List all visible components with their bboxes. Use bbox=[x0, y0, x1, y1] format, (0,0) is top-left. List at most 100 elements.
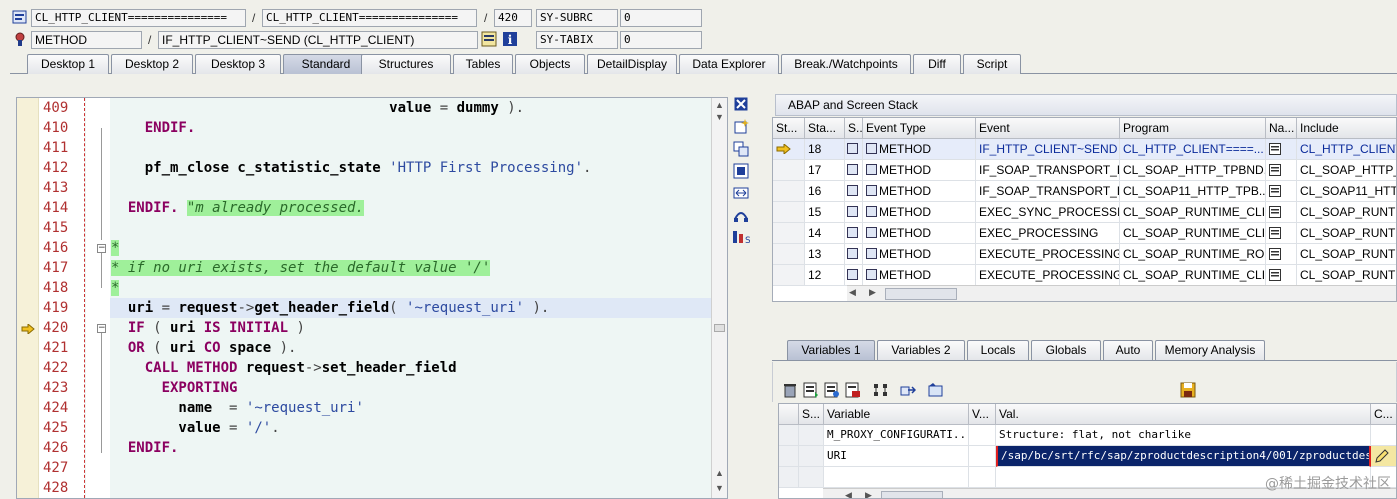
tab-auto[interactable]: Auto bbox=[1103, 340, 1153, 360]
include-field[interactable]: CL_HTTP_CLIENT=============== bbox=[262, 9, 477, 27]
variable-cell[interactable] bbox=[969, 425, 996, 446]
stack-cell[interactable] bbox=[1266, 244, 1297, 265]
editor-vertical-scrollbar[interactable]: ▲ ▼ ▲ ▼ bbox=[711, 98, 727, 498]
hierarchy-icon[interactable] bbox=[872, 382, 890, 400]
column-header[interactable] bbox=[779, 404, 799, 425]
stack-cell[interactable] bbox=[845, 265, 863, 286]
sysvar-name-field[interactable]: SY-SUBRC bbox=[536, 9, 618, 27]
code-line[interactable]: 422 CALL METHOD request->set_header_fiel… bbox=[17, 358, 713, 378]
swap-tool-icon[interactable] bbox=[732, 141, 750, 159]
stack-cell[interactable] bbox=[1266, 202, 1297, 223]
code-line[interactable]: 410 ENDIF. bbox=[17, 118, 713, 138]
stack-cell[interactable]: EXECUTE_PROCESSING bbox=[976, 265, 1120, 286]
variable-name-cell[interactable] bbox=[824, 467, 969, 488]
variable-cell[interactable] bbox=[779, 425, 799, 446]
edit-pencil-icon[interactable] bbox=[1374, 449, 1390, 466]
stack-cell[interactable]: 17 bbox=[805, 160, 845, 181]
scroll-right-arrow[interactable]: ▶ bbox=[865, 490, 872, 498]
code-line[interactable]: 419 uri = request->get_header_field( '~r… bbox=[43, 298, 713, 318]
column-header[interactable]: Val. bbox=[996, 404, 1371, 425]
tab-globals[interactable]: Globals bbox=[1031, 340, 1101, 360]
info-icon[interactable]: i bbox=[502, 31, 518, 47]
stack-cell[interactable]: EXEC_PROCESSING bbox=[976, 223, 1120, 244]
code-line[interactable]: 418 * bbox=[17, 278, 713, 298]
change-value-icon[interactable] bbox=[844, 382, 862, 400]
code-line[interactable]: 411 bbox=[17, 138, 713, 158]
variable-cell[interactable] bbox=[1371, 425, 1396, 446]
new-tool-icon[interactable] bbox=[732, 119, 750, 137]
stack-cell[interactable] bbox=[845, 139, 863, 160]
tab-diff[interactable]: Diff bbox=[913, 54, 961, 74]
scroll-left-arrow[interactable]: ◀ bbox=[849, 287, 856, 298]
fold-toggle[interactable]: − bbox=[97, 324, 106, 333]
tab-script[interactable]: Script bbox=[963, 54, 1021, 74]
code-line[interactable]: 428 bbox=[17, 478, 713, 498]
stack-cell[interactable]: 16 bbox=[805, 181, 845, 202]
scroll-down-arrow[interactable]: ▼ bbox=[715, 112, 724, 122]
column-header[interactable]: V... bbox=[969, 404, 996, 425]
code-line[interactable]: 420 IF ( uri IS INITIAL ) bbox=[17, 318, 713, 338]
code-line[interactable]: 423 EXPORTING bbox=[17, 378, 713, 398]
stack-cell[interactable]: CL_SOAP_RUNTIM bbox=[1297, 202, 1396, 223]
stack-cell[interactable]: CL_SOAP11_HTTP_TPB... bbox=[1120, 181, 1266, 202]
program-field[interactable]: CL_HTTP_CLIENT=============== bbox=[31, 9, 246, 27]
stack-cell[interactable] bbox=[773, 244, 805, 265]
stack-cell[interactable]: EXECUTE_PROCESSING bbox=[976, 244, 1120, 265]
variable-name-cell[interactable]: URI bbox=[824, 446, 969, 467]
column-header[interactable]: Na... bbox=[1266, 118, 1297, 139]
stack-cell[interactable] bbox=[1266, 181, 1297, 202]
tab-structures[interactable]: Structures bbox=[361, 54, 451, 74]
close-icon[interactable] bbox=[732, 97, 750, 115]
stack-cell[interactable]: METHOD bbox=[863, 139, 976, 160]
fold-toggle[interactable]: − bbox=[97, 244, 106, 253]
tool-settings-icon[interactable]: S bbox=[732, 229, 751, 247]
event-field[interactable]: IF_HTTP_CLIENT~SEND (CL_HTTP_CLIENT) bbox=[158, 31, 478, 49]
variable-value-cell[interactable]: /sap/bc/srt/rfc/sap/zproductdescription4… bbox=[996, 446, 1371, 467]
stack-cell[interactable]: METHOD bbox=[863, 223, 976, 244]
tab-variables-1[interactable]: Variables 1 bbox=[787, 340, 875, 360]
stack-cell[interactable]: METHOD bbox=[863, 202, 976, 223]
stack-cell[interactable] bbox=[845, 160, 863, 181]
navigate-icon[interactable] bbox=[899, 382, 917, 400]
stack-cell[interactable]: METHOD bbox=[863, 160, 976, 181]
tab-locals[interactable]: Locals bbox=[967, 340, 1029, 360]
stack-cell[interactable] bbox=[845, 202, 863, 223]
variable-name-cell[interactable]: M_PROXY_CONFIGURATI... bbox=[824, 425, 969, 446]
sysvar-value-field[interactable]: 0 bbox=[620, 9, 702, 27]
stack-cell[interactable]: 12 bbox=[805, 265, 845, 286]
variable-cell[interactable] bbox=[779, 467, 799, 488]
stack-cell[interactable]: CL_SOAP_HTTP_TPBND... bbox=[1120, 160, 1266, 181]
source-editor[interactable]: 409 value = dummy ). 410 ENDIF. 411 412 pf_… bbox=[16, 97, 728, 499]
stack-cell[interactable]: METHOD bbox=[863, 181, 976, 202]
code-line[interactable]: 415 bbox=[17, 218, 713, 238]
code-line[interactable]: 421 OR ( uri CO space ). bbox=[17, 338, 713, 358]
stack-grid[interactable]: St...Sta...S...Event TypeEventProgramNa.… bbox=[772, 117, 1397, 302]
stack-cell[interactable] bbox=[1266, 160, 1297, 181]
variable-cell[interactable] bbox=[799, 446, 824, 467]
stack-cell[interactable] bbox=[1266, 265, 1297, 286]
variable-cell[interactable] bbox=[969, 467, 996, 488]
stack-cell[interactable]: 14 bbox=[805, 223, 845, 244]
save-icon[interactable] bbox=[1179, 382, 1197, 400]
column-header[interactable]: Event bbox=[976, 118, 1120, 139]
code-line[interactable]: 424 name = '~request_uri' bbox=[17, 398, 713, 418]
tab-desktop-1[interactable]: Desktop 1 bbox=[27, 54, 109, 74]
stack-cell[interactable]: CL_SOAP_RUNTIM bbox=[1297, 244, 1396, 265]
code-line[interactable]: 412 pf_m_close c_statistic_state 'HTTP F… bbox=[17, 158, 713, 178]
column-header[interactable]: Event Type bbox=[863, 118, 976, 139]
navigate-icon[interactable] bbox=[1269, 227, 1281, 242]
delete-icon[interactable] bbox=[781, 382, 799, 400]
stack-cell[interactable]: METHOD bbox=[863, 265, 976, 286]
sysvar-name-field[interactable]: SY-TABIX bbox=[536, 31, 618, 49]
code-line[interactable]: 416 * bbox=[17, 238, 713, 258]
tab-tables[interactable]: Tables bbox=[453, 54, 513, 74]
scroll-right-arrow[interactable]: ▶ bbox=[869, 287, 876, 298]
stack-cell[interactable]: CL_SOAP_RUNTIME_RO... bbox=[1120, 244, 1266, 265]
stack-cell[interactable] bbox=[773, 160, 805, 181]
variable-value-cell[interactable]: Structure: flat, not charlike bbox=[996, 425, 1371, 446]
stack-cell[interactable] bbox=[845, 223, 863, 244]
stack-cell[interactable]: 15 bbox=[805, 202, 845, 223]
sysvar-value-field[interactable]: 0 bbox=[620, 31, 702, 49]
stack-cell[interactable]: CL_SOAP_RUNTIME_CLI... bbox=[1120, 202, 1266, 223]
stack-cell[interactable]: 18 bbox=[805, 139, 845, 160]
